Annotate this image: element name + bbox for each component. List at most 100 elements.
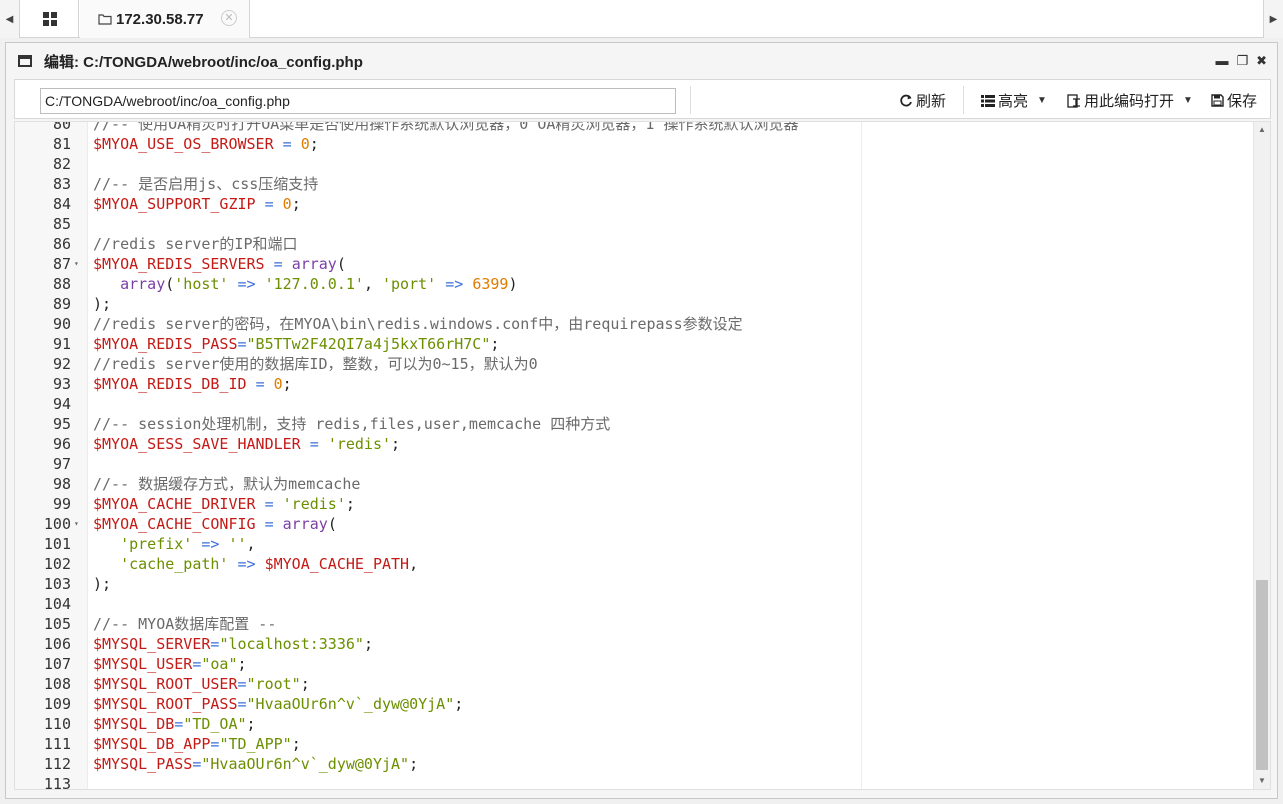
line-number: 112 (43, 755, 71, 773)
line-number: 83 (52, 175, 71, 193)
line-text: $MYOA_CACHE_CONFIG = array( (93, 515, 337, 533)
code-line[interactable]: 108 $MYSQL_ROOT_USER="root"; (15, 674, 1255, 694)
code-line[interactable]: 87 ▾ $MYOA_REDIS_SERVERS = array( (15, 254, 1255, 274)
code-line[interactable]: 85 (15, 214, 1255, 234)
tab-bar: ◀ 172.30.58.77 ✕ ▶ (0, 0, 1283, 38)
code-line[interactable]: 111 $MYSQL_DB_APP="TD_APP"; (15, 734, 1255, 754)
line-text: //redis server的IP和端口 (93, 235, 298, 253)
tabs-scroll-right-button[interactable]: ▶ (1263, 0, 1283, 38)
code-line[interactable]: 102 'cache_path' => $MYOA_CACHE_PATH, (15, 554, 1255, 574)
code-line[interactable]: 105 //-- MYOA数据库配置 -- (15, 614, 1255, 634)
code-line[interactable]: 86 //redis server的IP和端口 (15, 234, 1255, 254)
code-editor[interactable]: 80 //-- 使用OA精灵时打开OA菜单是否使用操作系统默认浏览器，0 OA精灵… (14, 121, 1271, 790)
code-line[interactable]: 97 (15, 454, 1255, 474)
line-number: 97 (52, 455, 71, 473)
code-line[interactable]: 95 //-- session处理机制，支持 redis,files,user,m… (15, 414, 1255, 434)
code-line[interactable]: 99 $MYOA_CACHE_DRIVER = 'redis'; (15, 494, 1255, 514)
highlight-dropdown[interactable]: 高亮 ▼ (981, 90, 1047, 111)
code-line[interactable]: 83 //-- 是否启用js、css压缩支持 (15, 174, 1255, 194)
vertical-scrollbar[interactable]: ▲ ▼ (1253, 122, 1270, 789)
minimize-icon[interactable]: ▬ (1215, 53, 1228, 69)
window-icon (18, 55, 32, 67)
code-line[interactable]: 82 (15, 154, 1255, 174)
refresh-label: 刷新 (916, 93, 947, 110)
line-number: 98 (52, 475, 71, 493)
code-line[interactable]: 80 //-- 使用OA精灵时打开OA菜单是否使用操作系统默认浏览器，0 OA精灵… (15, 121, 1255, 134)
line-number: 90 (52, 315, 71, 333)
code-line[interactable]: 98 //-- 数据缓存方式，默认为memcache (15, 474, 1255, 494)
code-line[interactable]: 103); (15, 574, 1255, 594)
code-line[interactable]: 92 //redis server使用的数据库ID，整数，可以为0~15，默认为0 (15, 354, 1255, 374)
line-number: 99 (52, 495, 71, 513)
line-number: 110 (43, 715, 71, 733)
code-line[interactable]: 107 $MYSQL_USER="oa"; (15, 654, 1255, 674)
line-number: 106 (43, 635, 71, 653)
save-button[interactable]: 保存 (1211, 90, 1257, 111)
window-titlebar: 编辑: C:/TONGDA/webroot/inc/oa_config.php (6, 43, 1277, 79)
caret-down-icon: ▼ (1183, 95, 1193, 106)
line-number: 94 (52, 395, 71, 413)
code-line[interactable]: 106 $MYSQL_SERVER="localhost:3336"; (15, 634, 1255, 654)
line-text: $MYOA_SESS_SAVE_HANDLER = 'redis'; (93, 435, 401, 453)
open-with-encoding-dropdown[interactable]: 用此编码打开 ▼ (1067, 90, 1193, 111)
scroll-up-icon[interactable]: ▲ (1254, 122, 1270, 138)
code-line[interactable]: 88 array('host' => '127.0.0.1', 'port' =… (15, 274, 1255, 294)
refresh-button[interactable]: 刷新 (899, 90, 946, 111)
line-text: //-- 使用OA精灵时打开OA菜单是否使用操作系统默认浏览器，0 OA精灵浏览… (93, 121, 799, 133)
line-number: 108 (43, 675, 71, 693)
code-line[interactable]: 91 $MYOA_REDIS_PASS="B5TTw2F42QI7a4j5kxT6… (15, 334, 1255, 354)
line-text: $MYSQL_DB="TD_OA"; (93, 715, 256, 733)
line-number: 113 (43, 775, 71, 790)
fold-toggle-icon[interactable]: ▾ (74, 514, 79, 534)
line-number: 100 (43, 515, 71, 533)
code-line[interactable]: 109 $MYSQL_ROOT_PASS="HvaaOUr6n^v`_dyw@0Y… (15, 694, 1255, 714)
app-grid-button[interactable] (21, 0, 79, 38)
line-text: //redis server的密码，在MYOA\bin\redis.window… (93, 315, 743, 333)
code-line[interactable]: 89); (15, 294, 1255, 314)
line-text: 'prefix' => '', (120, 535, 256, 553)
code-line[interactable]: 90 //redis server的密码，在MYOA\bin\redis.wind… (15, 314, 1255, 334)
toolbar-divider (963, 86, 964, 114)
code-line[interactable]: 93 $MYOA_REDIS_DB_ID = 0; (15, 374, 1255, 394)
scroll-down-icon[interactable]: ▼ (1254, 773, 1270, 789)
close-icon[interactable]: ✖ (1256, 53, 1267, 69)
chevron-right-icon: ▶ (1269, 13, 1278, 25)
line-number: 82 (52, 155, 71, 173)
code-line[interactable]: 84 $MYOA_SUPPORT_GZIP = 0; (15, 194, 1255, 214)
code-lines: 80 //-- 使用OA精灵时打开OA菜单是否使用操作系统默认浏览器，0 OA精灵… (15, 121, 1255, 790)
line-text: $MYOA_USE_OS_BROWSER = 0; (93, 135, 319, 153)
open-with-encoding-label: 用此编码打开 (1084, 93, 1175, 110)
list-icon (981, 94, 995, 107)
fold-toggle-icon[interactable]: ▾ (74, 254, 79, 274)
line-number: 89 (52, 295, 71, 313)
code-line[interactable]: 113 (15, 774, 1255, 790)
line-number: 101 (43, 535, 71, 553)
line-text: $MYSQL_ROOT_USER="root"; (93, 675, 310, 693)
code-line[interactable]: 110 $MYSQL_DB="TD_OA"; (15, 714, 1255, 734)
code-line[interactable]: 96 $MYOA_SESS_SAVE_HANDLER = 'redis'; (15, 434, 1255, 454)
line-number: 80 (52, 121, 71, 133)
restore-icon[interactable]: ❐ (1236, 53, 1248, 69)
line-text: ); (93, 295, 112, 313)
line-number: 87 (52, 255, 71, 273)
tab-close-icon[interactable]: ✕ (221, 10, 237, 26)
toolbar-divider (690, 86, 691, 114)
code-line[interactable]: 100 ▾ $MYOA_CACHE_CONFIG = array( (15, 514, 1255, 534)
tabs-scroll-left-button[interactable]: ◀ (0, 0, 20, 38)
line-number: 107 (43, 655, 71, 673)
line-number: 104 (43, 595, 71, 613)
line-text: ); (93, 575, 112, 593)
code-line[interactable]: 112 $MYSQL_PASS="HvaaOUr6n^v`_dyw@0YjA"; (15, 754, 1255, 774)
folder-icon (98, 14, 112, 25)
scrollbar-thumb[interactable] (1256, 580, 1268, 770)
line-text: $MYSQL_USER="oa"; (93, 655, 247, 673)
line-text: array('host' => '127.0.0.1', 'port' => 6… (120, 275, 518, 293)
code-line[interactable]: 81 $MYOA_USE_OS_BROWSER = 0; (15, 134, 1255, 154)
tab-host[interactable]: 172.30.58.77 ✕ (80, 0, 250, 38)
code-line[interactable]: 101 'prefix' => '', (15, 534, 1255, 554)
code-line[interactable]: 104 (15, 594, 1255, 614)
code-line[interactable]: 94 (15, 394, 1255, 414)
line-number: 85 (52, 215, 71, 233)
file-path-input[interactable] (40, 88, 676, 114)
tab-host-label: 172.30.58.77 (116, 10, 204, 28)
